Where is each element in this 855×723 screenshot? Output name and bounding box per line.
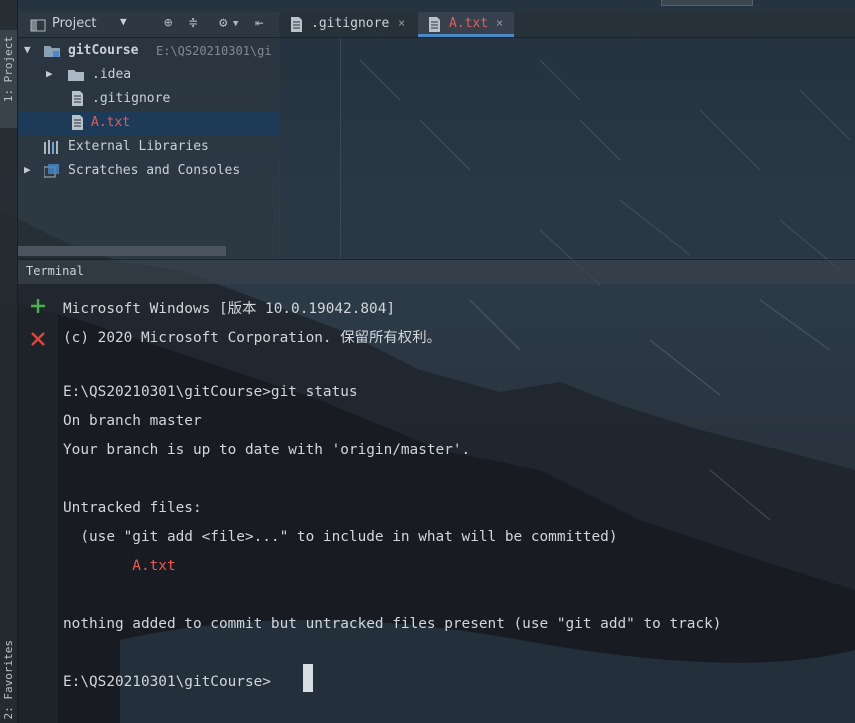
terminal-line: E:\QS20210301\gitCourse>git status [63, 384, 358, 400]
project-view-icon [30, 19, 46, 32]
collapse-all-icon[interactable]: ≑ [189, 15, 197, 31]
tree-item-label: .idea [92, 67, 132, 82]
editor-area[interactable] [280, 38, 855, 258]
project-tool-tab-label[interactable]: 1: Project [2, 36, 15, 102]
terminal-line: On branch master [63, 413, 202, 429]
tree-item-label: gitCourse [68, 43, 139, 58]
close-icon[interactable]: × [496, 16, 503, 30]
tree-item-gitcourse[interactable]: ▼ gitCourse E:\QS20210301\gi [18, 39, 279, 63]
terminal-header: Terminal [18, 259, 855, 284]
terminal-line: Untracked files: [63, 500, 202, 516]
text-file-icon [72, 91, 83, 106]
gear-chevron-icon[interactable]: ▼ [233, 19, 238, 29]
tab-label: .gitignore [311, 16, 390, 31]
text-file-icon [429, 17, 440, 32]
expand-arrow-icon[interactable]: ▶ [46, 67, 53, 80]
project-panel-header: Project ▼ ⊕ ≑ ⚙ ▼ ⇤ [18, 12, 279, 38]
favorites-tool-tab-label[interactable]: 2: Favorites [2, 640, 15, 719]
chevron-down-icon[interactable]: ▼ [120, 15, 127, 28]
tree-item-label: External Libraries [68, 139, 209, 154]
terminal-line: Your branch is up to date with 'origin/m… [63, 442, 471, 458]
editor-tab-bar: .gitignore × A.txt × [280, 12, 855, 38]
terminal-cursor [303, 664, 313, 692]
hide-panel-icon[interactable]: ⇤ [255, 15, 263, 31]
tree-item-external-libraries[interactable]: External Libraries [18, 135, 279, 159]
terminal-prompt: E:\QS20210301\gitCourse> [63, 674, 271, 690]
libraries-icon [44, 140, 58, 154]
locate-file-icon[interactable]: ⊕ [164, 15, 172, 31]
terminal-line: nothing added to commit but untracked fi… [63, 616, 722, 632]
terminal-title: Terminal [26, 264, 84, 278]
tree-item-gitignore[interactable]: .gitignore [18, 87, 279, 111]
project-panel-title[interactable]: Project [52, 16, 96, 31]
terminal-line: (use "git add <file>..." to include in w… [63, 529, 618, 545]
left-tool-strip: 1: Project 2: Favorites [0, 0, 18, 723]
tree-item-idea[interactable]: ▶ .idea [18, 63, 279, 87]
scratches-icon [44, 164, 59, 178]
tree-item-scratches[interactable]: ▶ Scratches and Consoles [18, 159, 279, 183]
terminal-line: (c) 2020 Microsoft Corporation. 保留所有权利。 [63, 330, 441, 346]
folder-icon [68, 70, 84, 81]
tab-label: A.txt [449, 16, 489, 31]
close-session-icon[interactable] [29, 330, 47, 348]
horizontal-scrollbar[interactable] [18, 246, 226, 256]
tab-a-txt[interactable]: A.txt × [418, 12, 514, 37]
untracked-file-line: A.txt [63, 558, 176, 574]
text-file-icon [291, 17, 302, 32]
gear-icon[interactable]: ⚙ [219, 15, 227, 31]
tab-gitignore[interactable]: .gitignore × [280, 12, 417, 37]
tree-item-a-txt[interactable]: A.txt [18, 111, 279, 135]
editor-gutter [280, 38, 341, 258]
expand-arrow-icon[interactable]: ▶ [24, 163, 31, 176]
tree-item-label: Scratches and Consoles [68, 163, 241, 178]
tree-item-label: A.txt [91, 115, 131, 130]
search-everywhere-field[interactable] [661, 0, 753, 6]
close-icon[interactable]: × [398, 16, 405, 30]
terminal-line: Microsoft Windows [版本 10.0.19042.804] [63, 301, 396, 317]
expand-arrow-icon[interactable]: ▼ [24, 43, 31, 56]
text-file-icon [72, 115, 83, 130]
module-folder-icon [44, 46, 60, 57]
tree-item-path: E:\QS20210301\gi [156, 44, 272, 58]
terminal-toolbar [18, 284, 58, 723]
new-session-plus-icon[interactable] [29, 297, 47, 315]
tree-item-label: .gitignore [92, 91, 171, 106]
